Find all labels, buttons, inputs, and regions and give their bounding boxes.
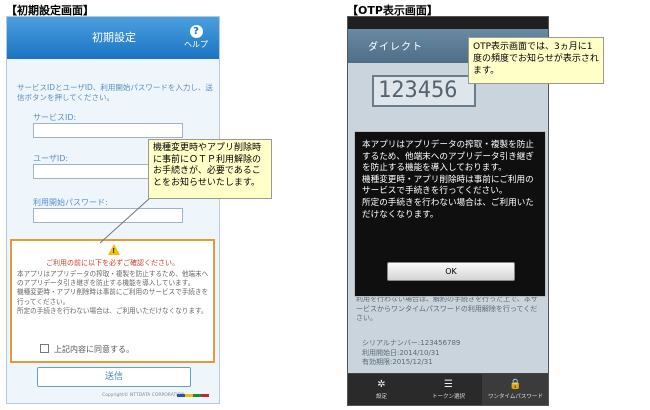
notice-line-2: 機種変更時・アプリ削除時は事前にご利用のサービスで手続きを行ってください。 — [362, 174, 534, 197]
notice-dialog: 本アプリはアプリデータの搾取・複製を防止するため、他端末へのアプリデータ引き継ぎ… — [354, 131, 546, 297]
serial-number: シリアルナンバー:123456789 — [362, 339, 461, 347]
tab-settings-label: 設定 — [375, 394, 387, 400]
tab-one-time-password-label: ワンタイムパスワード — [488, 394, 543, 400]
tab-settings[interactable]: ✲ 設定 — [348, 374, 415, 405]
tab-bar: ✲ 設定 ☰ トークン選択 🔒 ワンタイムパスワード — [348, 373, 548, 405]
background-text: 利用を行わない場合は、解約の手続きを行った上で、本サービスからワンタイムパスワー… — [356, 295, 538, 322]
list-icon: ☰ — [444, 379, 453, 390]
header-title: ダイレクト — [368, 42, 423, 53]
notice-line-1: 本アプリはアプリデータの搾取・複製を防止するため、他端末へのアプリデータ引き継ぎ… — [362, 140, 534, 174]
ok-button[interactable]: OK — [387, 262, 515, 281]
tab-token-select[interactable]: ☰ トークン選択 — [415, 374, 482, 405]
callout-left: 機種変更時やアプリ削除時に事前にＯＴＰ利用解除のお手続きが、必要であることをお知… — [148, 139, 272, 199]
gear-icon: ✲ — [377, 379, 386, 390]
notice-line-3: 所定の手続きを行わない場合は、ご利用いただけなくなります。 — [362, 197, 534, 220]
tab-token-select-label: トークン選択 — [431, 394, 465, 400]
lock-icon: 🔒 — [509, 379, 522, 390]
tab-one-time-password[interactable]: 🔒 ワンタイムパスワード — [482, 374, 548, 405]
otp-value: 123456 — [372, 75, 476, 107]
start-date: 利用開始日:2014/10/31 — [362, 348, 440, 357]
expiry-date: 有効期限:2015/12/31 — [362, 358, 433, 366]
callout-right: OTP表示画面では、3ヵ月に1度の頻度でお知らせが表示されます。 — [468, 37, 604, 84]
serial-info: シリアルナンバー:123456789 利用開始日:2014/10/31 有効期限… — [362, 339, 542, 368]
notice-text: 本アプリはアプリデータの搾取・複製を防止するため、他端末へのアプリデータ引き継ぎ… — [362, 140, 540, 221]
